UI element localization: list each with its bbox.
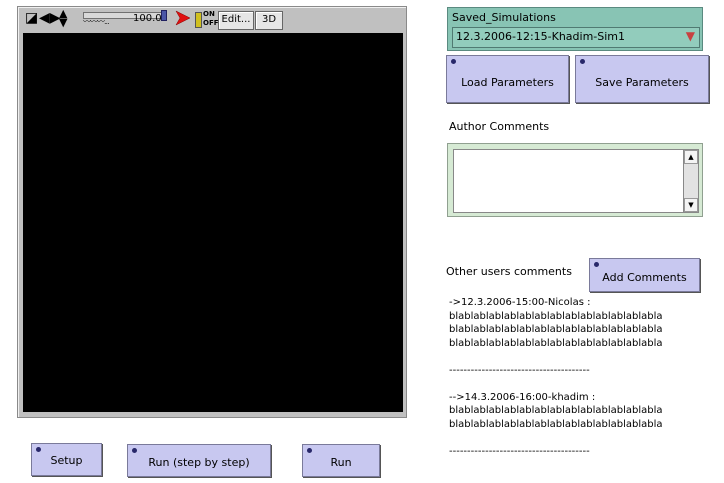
saved-simulations-chooser[interactable]: Saved_Simulations 12.3.2006-12:15-Khadim…: [447, 7, 703, 51]
comment-line: blablablablablablablablablablablablablab…: [449, 324, 663, 335]
author-comments-input[interactable]: [453, 149, 685, 213]
add-comments-label: Add Comments: [602, 271, 687, 284]
fullscreen-icon[interactable]: ◪: [25, 10, 38, 26]
comment-line: blablablablablablablablablablablablablab…: [449, 310, 663, 322]
world-view[interactable]: [23, 33, 403, 412]
scroll-up-icon[interactable]: ▲: [684, 150, 698, 164]
speed-value: 100.0: [133, 13, 162, 24]
comment-line: blablablablablablablablablablablablablab…: [449, 405, 663, 416]
speed-slider-ticks: 〰〰〰...: [83, 17, 110, 26]
setup-button-label: Setup: [50, 454, 83, 467]
speed-slider-handle[interactable]: [161, 10, 167, 21]
load-parameters-label: Load Parameters: [461, 76, 554, 89]
other-users-comments-label: Other users comments: [446, 265, 572, 278]
save-parameters-label: Save Parameters: [595, 76, 689, 89]
comment-line: blablablablablablablablablablablablablab…: [449, 418, 663, 430]
button-indicator-icon: [451, 59, 456, 64]
run-button-label: Run: [330, 456, 352, 469]
run-arrow-icon[interactable]: [175, 10, 191, 26]
comments-list: ->12.3.2006-15:00-Nicolas : blablablabla…: [449, 296, 709, 458]
button-indicator-icon: [580, 59, 585, 64]
comment-header: -->14.3.2006-16:00-khadim :: [449, 391, 596, 403]
pan-vertical-icon[interactable]: ▲ ▼: [59, 8, 67, 28]
author-comments-box: ▲ ▼: [447, 143, 703, 217]
switch-off-label: OFF: [203, 19, 219, 27]
add-comments-button[interactable]: Add Comments: [589, 258, 700, 292]
author-comments-label: Author Comments: [449, 120, 550, 133]
setup-button[interactable]: Setup: [31, 443, 102, 476]
button-indicator-icon: [132, 448, 137, 453]
edit-button[interactable]: Edit...: [218, 11, 254, 30]
run-step-button[interactable]: Run (step by step): [127, 444, 271, 477]
chooser-label: Saved_Simulations: [452, 11, 556, 24]
button-indicator-icon: [307, 448, 312, 453]
button-indicator-icon: [594, 262, 599, 267]
load-parameters-button[interactable]: Load Parameters: [446, 55, 569, 103]
save-parameters-button[interactable]: Save Parameters: [575, 55, 709, 103]
3d-button[interactable]: 3D: [255, 11, 283, 30]
comment-header: ->12.3.2006-15:00-Nicolas :: [449, 297, 591, 308]
button-indicator-icon: [36, 447, 41, 452]
comment-line: blablablablablablablablablablablablablab…: [449, 337, 663, 349]
switch-on-label: ON: [203, 10, 215, 18]
chooser-value: 12.3.2006-12:15-Khadim-Sim1: [456, 30, 626, 43]
scroll-down-icon[interactable]: ▼: [684, 198, 698, 212]
on-off-switch-icon[interactable]: ON OFF: [195, 10, 219, 28]
chooser-select[interactable]: 12.3.2006-12:15-Khadim-Sim1 ▼: [452, 27, 700, 48]
pan-horizontal-icon[interactable]: ◀▶: [39, 10, 61, 26]
author-comments-scrollbar[interactable]: ▲ ▼: [683, 149, 699, 213]
run-step-button-label: Run (step by step): [148, 456, 250, 469]
comment-divider: ---------------------------------------: [449, 364, 590, 376]
run-button[interactable]: Run: [302, 444, 380, 477]
comment-divider: ---------------------------------------: [449, 445, 590, 457]
chooser-dropdown-icon[interactable]: ▼: [686, 29, 695, 43]
